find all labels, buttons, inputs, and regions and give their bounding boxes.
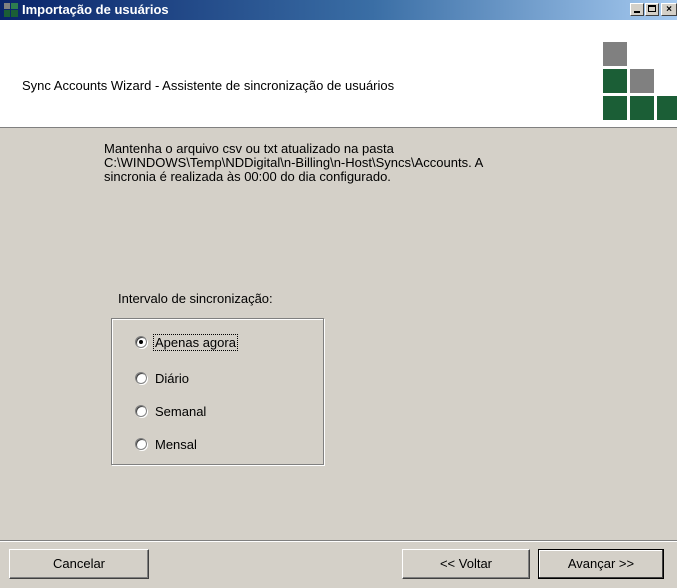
close-button[interactable]: × xyxy=(661,3,677,16)
next-button[interactable]: Avançar >> xyxy=(538,549,664,579)
radio-option-mensal[interactable]: Mensal xyxy=(135,435,198,453)
radio-option-apenas-agora[interactable]: Apenas agora xyxy=(135,333,238,351)
radio-option-semanal[interactable]: Semanal xyxy=(135,402,207,420)
app-icon xyxy=(4,3,18,17)
footer-divider xyxy=(0,540,677,542)
radio-label[interactable]: Diário xyxy=(154,371,190,386)
interval-label: Intervalo de sincronização: xyxy=(118,291,273,306)
maximize-button[interactable] xyxy=(645,3,659,16)
cancel-button[interactable]: Cancelar xyxy=(9,549,149,579)
instructions-line: C:\WINDOWS\Temp\NDDigital\n-Billing\n-Ho… xyxy=(104,155,484,170)
window-title: Importação de usuários xyxy=(22,2,169,17)
back-button[interactable]: << Voltar xyxy=(402,549,530,579)
wizard-title: Sync Accounts Wizard - Assistente de sin… xyxy=(22,78,395,93)
instructions-text: Mantenha o arquivo csv ou txt atualizado… xyxy=(104,142,624,184)
instructions-line: sincronia é realizada às 00:00 do dia co… xyxy=(104,169,391,184)
instructions-line: Mantenha o arquivo csv ou txt atualizado… xyxy=(104,141,394,156)
radio-button-checked[interactable] xyxy=(135,336,147,348)
logo-icon xyxy=(603,42,677,122)
radio-label[interactable]: Apenas agora xyxy=(153,333,238,351)
radio-button[interactable] xyxy=(135,438,147,450)
radio-button[interactable] xyxy=(135,405,147,417)
wizard-header: Sync Accounts Wizard - Assistente de sin… xyxy=(0,20,677,128)
radio-label[interactable]: Mensal xyxy=(154,437,198,452)
radio-label[interactable]: Semanal xyxy=(154,404,207,419)
title-bar[interactable]: Importação de usuários × xyxy=(0,0,677,20)
radio-option-diario[interactable]: Diário xyxy=(135,369,190,387)
minimize-button[interactable] xyxy=(630,3,644,16)
radio-button[interactable] xyxy=(135,372,147,384)
